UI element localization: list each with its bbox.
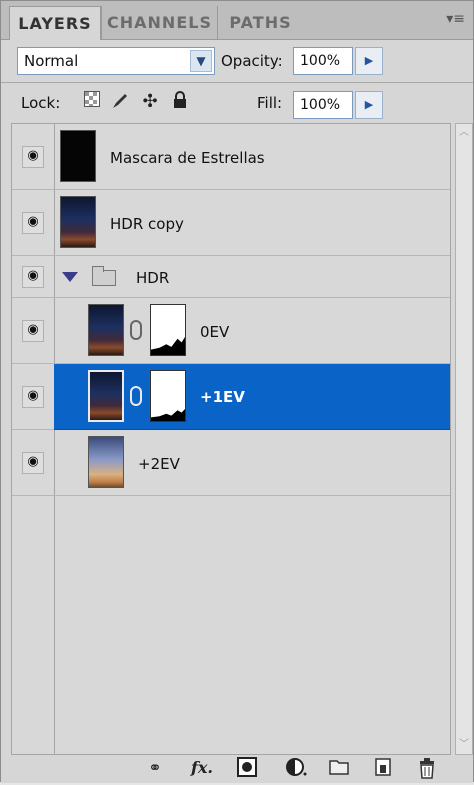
blend-opacity-row: Normal ▼ Opacity: 100% ▶ — [1, 41, 473, 79]
layers-scrollbar[interactable]: ︿ ﹀ — [455, 123, 473, 755]
layers-panel: LAYERS CHANNELS PATHS ▾≡ Normal ▼ Opacit… — [0, 0, 474, 783]
add-mask-icon[interactable] — [235, 757, 259, 779]
layer-row-plus2ev[interactable]: ◉ +2EV — [12, 430, 450, 496]
layer-name[interactable]: 0EV — [200, 323, 229, 341]
eye-icon[interactable]: ◉ — [22, 212, 44, 234]
layer-name[interactable]: Mascara de Estrellas — [110, 149, 265, 167]
divider — [1, 82, 473, 83]
layer-group-hdr[interactable]: ◉ HDR — [12, 256, 450, 298]
opacity-label: Opacity: — [221, 52, 283, 70]
opacity-input[interactable]: 100% — [293, 47, 353, 75]
fill-input[interactable]: 100% — [293, 91, 353, 119]
link-layers-icon[interactable]: ⚭ — [141, 757, 169, 779]
layer-name[interactable]: HDR — [136, 269, 169, 287]
layer-thumbnail — [88, 304, 124, 356]
fill-slider-button[interactable]: ▶ — [355, 91, 383, 119]
layer-row-hdr-copy[interactable]: ◉ HDR copy — [12, 190, 450, 256]
layer-row-0ev[interactable]: ◉ 0EV — [12, 298, 450, 364]
expand-triangle-icon[interactable] — [62, 272, 78, 282]
layer-thumbnail — [88, 436, 124, 488]
blend-mode-value: Normal — [24, 52, 79, 70]
eye-icon[interactable]: ◉ — [22, 146, 44, 168]
fill-label: Fill: — [257, 94, 283, 112]
mask-link-icon[interactable] — [130, 386, 142, 406]
folder-icon — [92, 266, 116, 286]
layer-name[interactable]: +1EV — [200, 388, 245, 406]
tab-paths[interactable]: PATHS — [217, 6, 303, 39]
layer-thumbnail — [60, 196, 96, 248]
layer-row-plus1ev[interactable]: +1EV — [54, 364, 450, 430]
layer-thumbnail — [88, 370, 124, 422]
blend-mode-select[interactable]: Normal ▼ — [17, 47, 215, 75]
eye-icon[interactable]: ◉ — [22, 266, 44, 288]
mask-link-icon[interactable] — [130, 320, 142, 340]
new-layer-icon[interactable] — [371, 757, 395, 779]
trash-icon[interactable] — [415, 757, 439, 779]
scroll-up-icon[interactable]: ︿ — [457, 126, 471, 140]
eye-icon[interactable]: ◉ — [22, 320, 44, 342]
lock-label: Lock: — [21, 94, 61, 112]
layer-mask-thumbnail[interactable] — [150, 370, 186, 422]
lock-position-icon[interactable]: ✣ — [139, 91, 161, 113]
tab-layers[interactable]: LAYERS — [9, 6, 101, 40]
new-group-icon[interactable] — [327, 757, 351, 779]
tab-bar: LAYERS CHANNELS PATHS ▾≡ — [1, 1, 473, 40]
tab-channels[interactable]: CHANNELS — [101, 6, 217, 39]
layer-name[interactable]: +2EV — [138, 455, 180, 473]
adjustment-layer-icon[interactable] — [281, 757, 311, 779]
scroll-down-icon[interactable]: ﹀ — [457, 738, 471, 752]
layer-row-plus1ev-eye-cell: ◉ — [12, 364, 54, 430]
lock-transparent-pixels-icon[interactable] — [81, 91, 103, 113]
lock-image-pixels-icon[interactable] — [109, 91, 131, 113]
layer-thumbnail — [60, 130, 96, 182]
layer-mask-thumbnail[interactable] — [150, 304, 186, 356]
layers-footer-toolbar: ⚭ fx. — [1, 755, 473, 783]
lock-all-icon[interactable] — [169, 91, 191, 113]
layer-name[interactable]: HDR copy — [110, 215, 184, 233]
eye-icon[interactable]: ◉ — [22, 452, 44, 474]
fx-icon[interactable]: fx. — [187, 757, 217, 779]
lock-fill-row: Lock: ✣ Fill: 100% ▶ — [1, 85, 473, 123]
layer-row-mascara[interactable]: ◉ Mascara de Estrellas — [12, 124, 450, 190]
layers-list: ◉ Mascara de Estrellas ◉ HDR copy ◉ HDR … — [11, 123, 451, 755]
opacity-slider-button[interactable]: ▶ — [355, 47, 383, 75]
chevron-down-icon[interactable]: ▼ — [190, 50, 212, 72]
eye-icon[interactable]: ◉ — [22, 386, 44, 408]
panel-menu-icon[interactable]: ▾≡ — [446, 11, 465, 27]
